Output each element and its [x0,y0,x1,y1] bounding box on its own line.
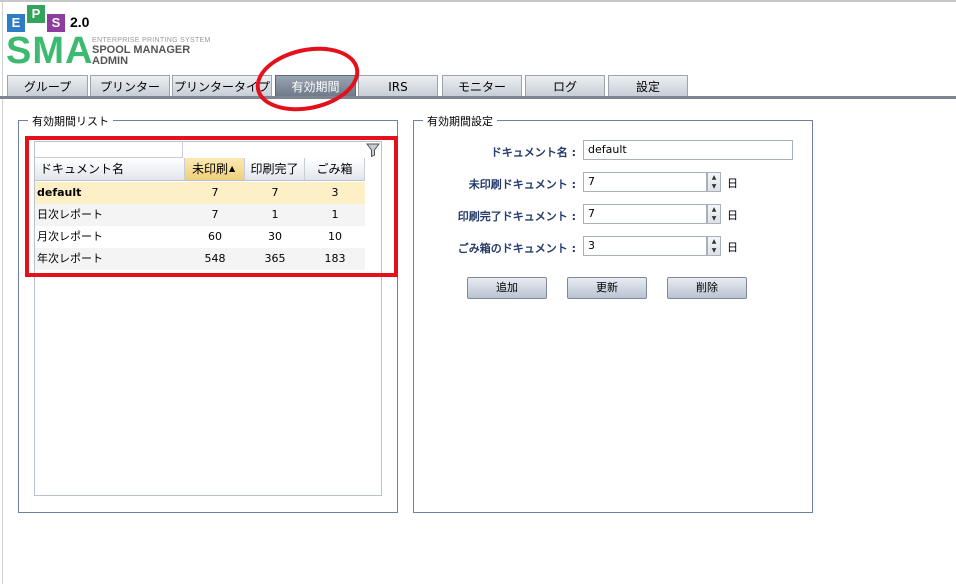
printed-unit: 日 [727,209,738,222]
unprinted-label: 未印刷ドキュメント : [468,178,576,191]
stepper-down-icon[interactable]: ▼ [708,246,720,255]
stepper-down-icon[interactable]: ▼ [708,182,720,191]
tab-group[interactable]: グループ [7,75,88,97]
tab-log[interactable]: ログ [525,75,605,97]
stepper-up-icon[interactable]: ▲ [708,205,720,214]
stepper-down-icon[interactable]: ▼ [708,214,720,223]
stepper-up-icon[interactable]: ▲ [708,173,720,182]
logo-letter-p: P [27,5,45,23]
unprinted-stepper[interactable]: ▲ ▼ [707,172,721,192]
tab-bar-underline [0,96,956,99]
logo-tagline: ENTERPRISE PRINTING SYSTEM [92,37,211,44]
retention-list-title: 有効期間リスト [28,113,113,129]
update-button[interactable]: 更新 [567,277,647,299]
add-button[interactable]: 追加 [467,277,547,299]
tab-irs[interactable]: IRS [358,75,438,97]
trash-unit: 日 [727,241,738,254]
logo-product: SMA [6,30,94,72]
delete-button[interactable]: 削除 [667,277,747,299]
top-border [0,0,956,2]
logo-version: 2.0 [70,14,90,30]
printed-label: 印刷完了ドキュメント : [457,210,576,223]
tab-monitor[interactable]: モニター [442,75,522,97]
left-border [2,2,3,584]
retention-settings-title: 有効期間設定 [423,113,497,129]
annotation-highlight-oval [249,37,366,121]
unprinted-input[interactable]: 7 [583,172,707,192]
printed-stepper[interactable]: ▲ ▼ [707,204,721,224]
trash-input[interactable]: 3 [583,236,707,256]
document-name-input[interactable]: default [583,140,793,160]
tab-printer[interactable]: プリンター [90,75,170,97]
trash-label: ごみ箱のドキュメント : [457,242,576,255]
stepper-up-icon[interactable]: ▲ [708,237,720,246]
annotation-highlight-rectangle [25,136,398,277]
unprinted-unit: 日 [727,177,738,190]
logo-line2: ADMIN [92,55,129,67]
tab-settings[interactable]: 設定 [608,75,688,97]
trash-stepper[interactable]: ▲ ▼ [707,236,721,256]
printed-input[interactable]: 7 [583,204,707,224]
document-name-label: ドキュメント名 : [490,146,576,159]
